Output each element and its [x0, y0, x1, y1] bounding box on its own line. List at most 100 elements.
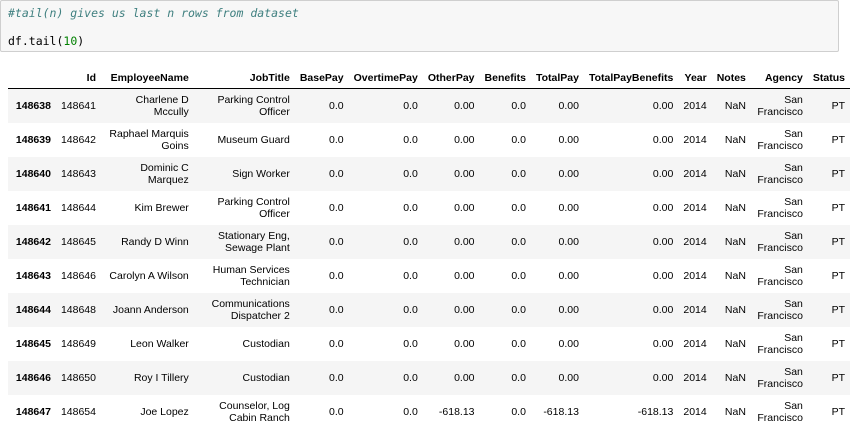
code-stmt-arg: 10 — [63, 34, 78, 48]
table-row: 148643 148646 Carolyn A Wilson Human Servic… — [8, 259, 850, 293]
other-pay-cell: 0.00 — [422, 225, 480, 259]
year-cell: 2014 — [683, 338, 707, 350]
total-pay-benefits-cell: 0.00 — [583, 88, 679, 123]
year-cell: 2014 — [678, 361, 712, 395]
table-row: 148641 148644 Kim Brewer Parking Control Of… — [8, 191, 850, 225]
base-pay-cell: 0.0 — [294, 88, 349, 123]
notes-cell: NaN — [711, 293, 751, 327]
id-cell: 148654 — [60, 406, 96, 418]
year-cell: 2014 — [678, 293, 712, 327]
job-title-cell: Custodian — [193, 361, 295, 395]
agency-cell: San Francisco — [757, 128, 803, 152]
row-index: 148641 — [15, 202, 51, 214]
row-index: 148638 — [8, 88, 56, 123]
agency-cell: San Francisco — [757, 400, 803, 424]
base-pay-cell: 0.0 — [294, 157, 349, 191]
table-row: 148642 148645 Randy D Winn Stationary Eng, … — [8, 225, 850, 259]
total-pay-cell: -618.13 — [543, 406, 579, 418]
total-pay-cell: 0.00 — [530, 293, 584, 327]
id-cell: 148641 — [55, 88, 101, 123]
row-index: 148639 — [15, 134, 51, 146]
other-pay-cell: 0.00 — [422, 157, 480, 191]
job-title-cell: Custodian — [242, 338, 290, 350]
index-header — [8, 68, 56, 89]
benefits-cell: 0.0 — [479, 157, 531, 191]
total-pay-benefits-cell: 0.00 — [583, 157, 679, 191]
row-index: 148644 — [8, 293, 56, 327]
agency-cell: San Francisco — [750, 157, 808, 191]
other-pay-cell: 0.00 — [422, 88, 480, 123]
base-pay-cell: 0.0 — [329, 338, 344, 350]
benefits-cell: 0.0 — [511, 338, 526, 350]
status-cell: PT — [807, 157, 850, 191]
other-pay-cell: 0.00 — [454, 338, 475, 350]
row-index: 148646 — [8, 361, 56, 395]
benefits-cell: 0.0 — [479, 88, 531, 123]
year-cell: 2014 — [678, 225, 712, 259]
code-cell-input[interactable]: #tail(n) gives us last n rows from datas… — [0, 0, 839, 52]
overtime-pay-cell: 0.0 — [348, 157, 423, 191]
column-header: TotalPayBenefits — [583, 68, 679, 89]
status-cell: PT — [831, 406, 845, 418]
notes-cell: NaN — [724, 338, 746, 350]
total-pay-benefits-cell: 0.00 — [652, 202, 674, 214]
benefits-cell: 0.0 — [479, 293, 531, 327]
benefits-cell: 0.0 — [479, 225, 531, 259]
base-pay-cell: 0.0 — [329, 270, 344, 282]
total-pay-cell: 0.00 — [558, 338, 579, 350]
code-stmt-suffix: ) — [77, 34, 85, 48]
status-cell: PT — [807, 293, 850, 327]
overtime-pay-cell: 0.0 — [348, 88, 423, 123]
employee-name-cell: Roy I Tillery — [101, 361, 194, 395]
total-pay-benefits-cell: 0.00 — [583, 361, 679, 395]
base-pay-cell: 0.0 — [294, 225, 349, 259]
total-pay-cell: 0.00 — [530, 361, 584, 395]
notes-cell: NaN — [724, 134, 746, 146]
benefits-cell: 0.0 — [511, 406, 526, 418]
table-row: 148646 148650 Roy I Tillery Custodian 0.0 0.0… — [8, 361, 850, 395]
benefits-cell: 0.0 — [511, 202, 526, 214]
id-cell: 148648 — [55, 293, 101, 327]
total-pay-benefits-cell: 0.00 — [583, 225, 679, 259]
table-row: 148647 148654 Joe Lopez Counselor, Log Cabi… — [8, 395, 850, 429]
notes-cell: NaN — [724, 406, 746, 418]
other-pay-cell: 0.00 — [422, 293, 480, 327]
dataframe-output-table: Id EmployeeName JobTitle BasePay Overtim… — [8, 68, 850, 429]
notes-cell: NaN — [711, 157, 751, 191]
year-cell: 2014 — [683, 406, 707, 418]
table-row: 148640 148643 Dominic C Marquez Sign Worker… — [8, 157, 850, 191]
status-cell: PT — [831, 134, 845, 146]
year-cell: 2014 — [678, 88, 712, 123]
total-pay-benefits-cell: 0.00 — [652, 134, 674, 146]
employee-name-cell: Joe Lopez — [140, 406, 189, 418]
year-cell: 2014 — [683, 270, 707, 282]
status-cell: PT — [807, 88, 850, 123]
benefits-cell: 0.0 — [479, 361, 531, 395]
total-pay-cell: 0.00 — [530, 157, 584, 191]
overtime-pay-cell: 0.0 — [403, 338, 418, 350]
agency-cell: San Francisco — [750, 293, 808, 327]
job-title-cell: Human Services Technician — [212, 264, 290, 288]
agency-cell: San Francisco — [757, 264, 803, 288]
total-pay-cell: 0.00 — [530, 88, 584, 123]
table-row: 148638 148641 Charlene D Mccully Parking Co… — [8, 88, 850, 123]
id-cell: 148649 — [60, 338, 96, 350]
agency-cell: San Francisco — [757, 332, 803, 356]
status-cell: PT — [831, 270, 845, 282]
status-cell: PT — [831, 202, 845, 214]
column-header: Year — [678, 68, 712, 89]
base-pay-cell: 0.0 — [329, 134, 344, 146]
total-pay-cell: 0.00 — [558, 134, 579, 146]
column-header: Notes — [711, 68, 751, 89]
status-cell: PT — [807, 225, 850, 259]
agency-cell: San Francisco — [750, 225, 808, 259]
table-body: 148638 148641 Charlene D Mccully Parking Co… — [8, 88, 850, 429]
table-row: 148645 148649 Leon Walker Custodian 0.0 0.0 0.… — [8, 327, 850, 361]
other-pay-cell: 0.00 — [454, 270, 475, 282]
employee-name-cell: Kim Brewer — [134, 202, 189, 214]
job-title-cell: Stationary Eng, Sewage Plant — [193, 225, 295, 259]
notes-cell: NaN — [711, 225, 751, 259]
other-pay-cell: -618.13 — [438, 406, 475, 418]
row-index: 148642 — [8, 225, 56, 259]
notes-cell: NaN — [711, 88, 751, 123]
